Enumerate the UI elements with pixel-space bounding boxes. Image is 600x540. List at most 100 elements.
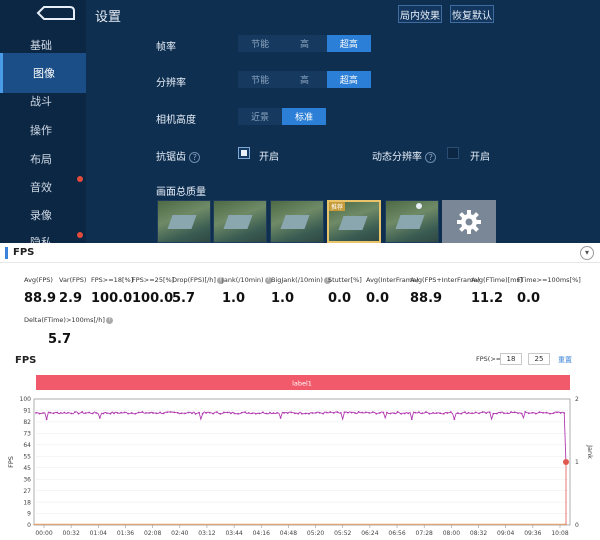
quality-tile[interactable] — [213, 200, 267, 243]
metric-label: Avg(FPS+InterFrame) — [410, 276, 480, 284]
x-tick-label: 09:04 — [497, 530, 514, 537]
metric-value: 88.9 — [410, 291, 443, 306]
fps-point — [52, 412, 55, 415]
x-tick-label: 03:44 — [225, 530, 242, 537]
metric-11: FTime>=100ms[%] 0.0 — [517, 276, 581, 306]
quality-tile-image — [167, 215, 197, 229]
reset-link[interactable]: 重置 — [558, 355, 572, 365]
x-tick-label: 06:24 — [361, 530, 378, 537]
quality-tile-image — [280, 215, 310, 229]
quality-tile[interactable] — [157, 200, 211, 243]
back-icon[interactable] — [34, 4, 76, 22]
fps-point — [91, 412, 94, 415]
dynamic-resolution-checkbox[interactable] — [447, 147, 459, 159]
fps-point — [141, 411, 144, 413]
sidebar-item-label: 录像 — [30, 209, 52, 222]
quality-tile-image — [338, 216, 368, 230]
sidebar-item-label: 战斗 — [30, 95, 52, 108]
metric-1: Var(FPS) 2.9 — [59, 276, 86, 306]
fps-panel-title: FPS — [13, 247, 35, 258]
fps-point — [371, 411, 374, 413]
dynamic-resolution-label: 动态分辨率 ? — [372, 148, 437, 163]
help-icon[interactable]: ? — [105, 316, 113, 324]
metric-3: FPS>=25[%] 100.0 — [132, 276, 174, 306]
y-tick-label: 0 — [27, 522, 31, 529]
fps-point — [70, 412, 73, 415]
fps-point — [311, 412, 314, 414]
help-icon[interactable]: ? — [189, 152, 201, 163]
notification-dot — [77, 176, 83, 182]
metric-label: Avg(FTime)[ms] — [471, 276, 523, 284]
sidebar-item-battle[interactable]: 战斗 — [0, 89, 86, 113]
x-tick-label: 04:16 — [253, 530, 270, 537]
fps-point — [59, 411, 62, 414]
fps-point — [339, 411, 342, 414]
frame-rate-option-eco[interactable]: 节能 — [238, 35, 283, 52]
fps-point — [137, 411, 140, 414]
sidebar-item-privacy[interactable]: 隐私 — [0, 230, 86, 243]
local-effect-button[interactable]: 局内效果 — [398, 5, 442, 23]
sidebar-item-layout[interactable]: 布局 — [0, 147, 86, 171]
quality-tile[interactable] — [270, 200, 324, 243]
restore-default-button[interactable]: 恢复默认 — [450, 5, 494, 23]
overall-quality-label: 画面总质量 — [156, 187, 206, 198]
fps-point — [130, 412, 133, 414]
resolution-option-eco[interactable]: 节能 — [238, 71, 283, 88]
metric-label: Delta(FTime)>100ms[/h]? — [24, 316, 113, 324]
frame-rate-option-ultra[interactable]: 超高 — [326, 35, 371, 52]
y-tick-label: 27 — [23, 488, 31, 495]
fps-min-input[interactable] — [500, 353, 522, 365]
sidebar-item-label: 布局 — [30, 153, 52, 166]
quality-tile[interactable] — [385, 200, 439, 243]
sidebar-item-controls[interactable]: 操作 — [0, 118, 86, 142]
plot-frame — [33, 398, 571, 526]
quality-tile-selected[interactable]: 推荐 — [327, 200, 381, 243]
fps-point — [38, 412, 41, 415]
anti-aliasing-label: 抗锯齿 ? — [156, 148, 201, 163]
fps-point — [549, 412, 551, 415]
fps-point — [42, 412, 44, 414]
fps-point — [279, 417, 282, 419]
metric-value: 88.9 — [24, 291, 57, 306]
custom-quality-tile[interactable] — [442, 200, 496, 243]
fps-point — [244, 411, 247, 414]
fps-point — [84, 412, 87, 414]
fps-point — [343, 411, 346, 414]
x-tick-label: 01:04 — [90, 530, 107, 537]
fps-point — [403, 412, 406, 415]
metric-2: FPS>=18[%] 100.0 — [91, 276, 133, 306]
quality-tile-image — [395, 215, 425, 229]
fps-point — [173, 411, 176, 414]
y-tick-label: 91 — [23, 408, 31, 415]
metric-label: Var(FPS) — [59, 276, 87, 284]
metric-4: Drop(FPS)[/h]? 5.7 — [172, 276, 224, 306]
help-icon[interactable]: ? — [425, 152, 437, 163]
frame-rate-option-high[interactable]: 高 — [282, 35, 327, 52]
fps-point — [364, 411, 367, 414]
fps-point — [49, 411, 52, 414]
x-tick-label: 01:36 — [117, 530, 134, 537]
collapse-chevron-icon[interactable]: ▾ — [580, 246, 594, 260]
fps-max-input[interactable] — [528, 353, 550, 365]
resolution-option-high[interactable]: 高 — [282, 71, 327, 88]
metric-label: Avg(FPS) — [24, 276, 53, 284]
fps-point — [315, 411, 317, 414]
camera-option-near[interactable]: 近景 — [238, 108, 282, 125]
y-tick-label: 100 — [20, 396, 32, 403]
resolution-option-ultra[interactable]: 超高 — [326, 71, 371, 88]
fps-point — [453, 418, 456, 421]
fps-point — [332, 412, 335, 414]
sidebar-item-sound[interactable]: 音效 — [0, 175, 86, 199]
anti-aliasing-checkbox[interactable] — [238, 147, 250, 159]
sidebar-item-graphics[interactable]: 图像 — [0, 53, 86, 93]
camera-option-standard[interactable]: 标准 — [282, 108, 326, 125]
sidebar-item-replay[interactable]: 录像 — [0, 203, 86, 227]
fps-point — [276, 412, 278, 414]
fps-point — [471, 412, 473, 415]
fps-point — [347, 411, 349, 414]
x-tick-label: 00:32 — [63, 530, 80, 537]
fps-point — [467, 411, 470, 414]
fps-point — [191, 412, 193, 415]
metric-value: 1.0 — [271, 291, 295, 306]
fps-point — [176, 411, 179, 414]
